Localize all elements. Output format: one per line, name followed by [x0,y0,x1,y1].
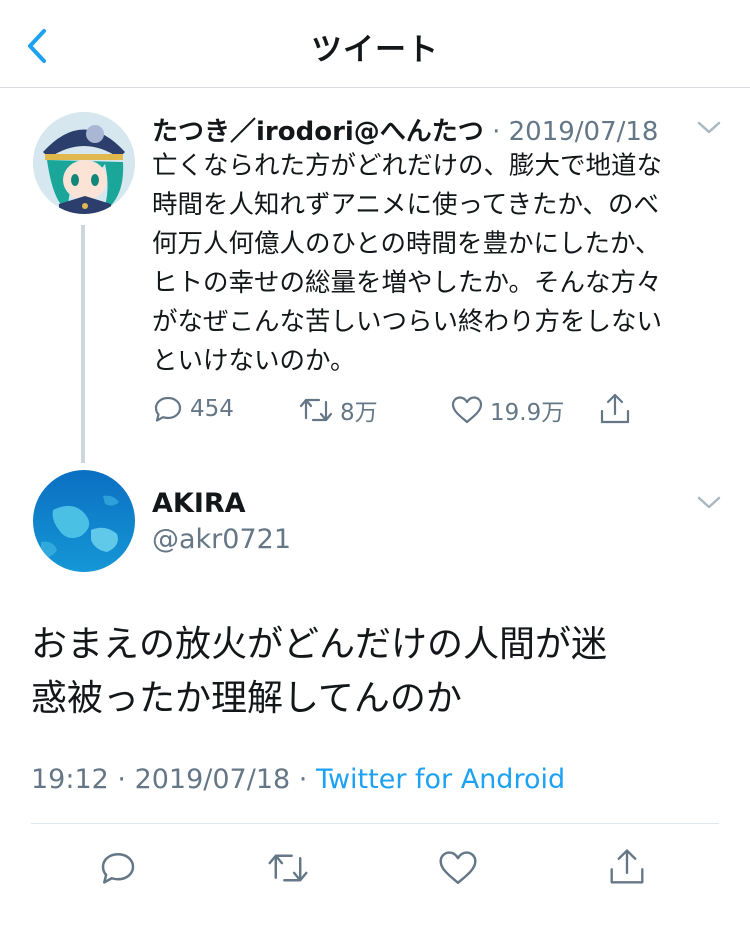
reply-button[interactable] [98,848,138,888]
thread-connector-line [81,225,85,463]
tweet-source-link[interactable]: Twitter for Android [316,764,565,795]
main-author-handle[interactable]: @akr0721 [152,524,291,555]
main-tweet-text: おまえの放火がどんだけの人間が迷 惑被ったか理解してんのか [31,624,608,719]
parent-like-count: 19.9万 [490,400,565,426]
parent-tweet-menu-button[interactable] [696,120,722,136]
main-tweet-menu-button[interactable] [696,495,722,511]
like-button[interactable] [437,848,479,888]
divider [31,823,719,824]
heart-icon [451,396,483,424]
anime-character-avatar-image [33,112,135,214]
retweet-icon [299,398,333,422]
parent-separator: · [483,117,509,147]
parent-author-avatar[interactable] [33,112,135,214]
heart-icon [439,851,477,885]
meta-separator-2: · [290,764,316,795]
page-title: ツイート [311,32,439,68]
reply-icon [154,396,182,422]
retweet-button[interactable] [266,848,310,888]
main-author-avatar[interactable] [33,470,135,572]
main-author-name[interactable]: AKIRA [152,488,246,519]
chevron-down-icon [697,121,721,134]
parent-reply-button[interactable]: 454 [152,393,234,425]
chevron-down-icon [697,496,721,509]
parent-share-button[interactable] [598,391,632,427]
tweet-meta: 19:12 · 2019/07/18 · Twitter for Android [31,764,565,795]
parent-retweet-button[interactable]: 8万 [298,393,378,427]
navigation-bar: ツイート [0,0,750,88]
parent-tweet-header: たつき／irodori@へんたつ · 2019/07/18 [152,111,658,148]
tweet-date: 2019/07/18 [134,764,291,795]
ocean-reef-avatar-image [33,470,135,572]
share-icon [610,849,644,884]
reply-icon [101,853,135,884]
parent-tweet-text: 亡くなられた方がどれだけの、膨大で地道な 時間を人知れずアニメに使ってきたか、の… [152,151,663,376]
tweet-time: 19:12 [31,764,109,795]
parent-tweet-date[interactable]: 2019/07/18 [509,117,659,147]
parent-like-button[interactable]: 19.9万 [450,393,564,427]
parent-retweet-count: 8万 [340,400,378,426]
retweet-icon [268,854,308,882]
share-button[interactable] [607,845,647,889]
meta-separator-1: · [108,764,135,795]
share-icon [600,393,630,424]
parent-author-name[interactable]: たつき／irodori@へんたつ [152,117,484,147]
parent-reply-count: 454 [190,396,234,422]
